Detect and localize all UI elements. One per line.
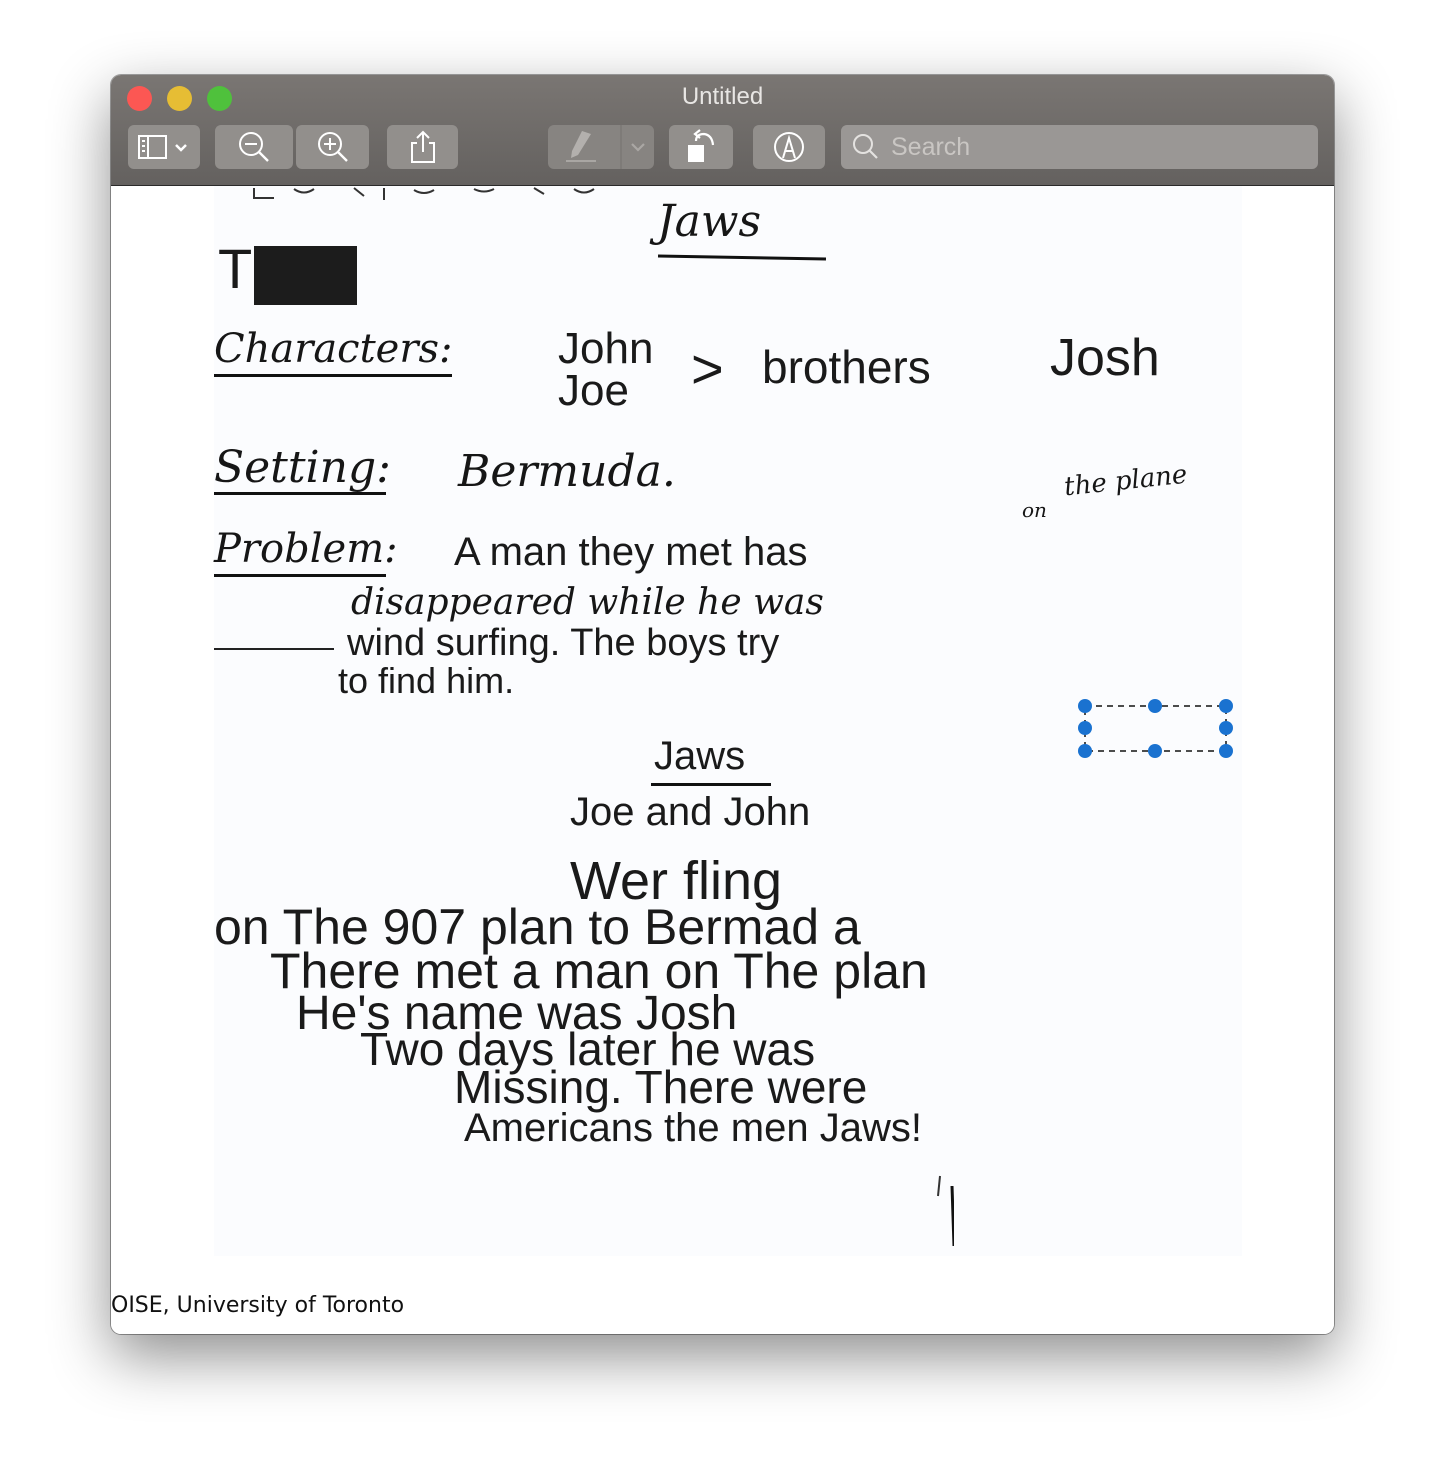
highlight-button[interactable] — [548, 125, 654, 169]
rotate-left-icon — [688, 129, 715, 162]
sidebar-view-button[interactable] — [128, 125, 200, 169]
title-underline — [657, 254, 827, 261]
zoom-out-icon — [239, 132, 269, 162]
selection-handle[interactable] — [1219, 744, 1233, 758]
selection-rectangle[interactable] — [1078, 699, 1233, 758]
source-caption: OISE, University of Toronto — [111, 1293, 405, 1318]
highlighter-icon — [566, 125, 622, 169]
zoom-in-button[interactable] — [296, 125, 369, 169]
setting-value: Bermuda. — [458, 446, 676, 497]
insertion-on: on — [1022, 498, 1047, 522]
zoom-in-icon — [317, 132, 348, 162]
title-jaws: Jaws — [657, 196, 762, 247]
problem-line-4: to find him. — [338, 660, 515, 701]
titlebar: Untitled — [111, 75, 1334, 186]
zoom-out-button[interactable] — [215, 125, 293, 169]
brace-symbol: > — [691, 337, 724, 400]
selection-handle[interactable] — [1219, 699, 1233, 713]
story-title: Jaws — [654, 734, 746, 778]
characters-label: Characters: — [214, 326, 453, 372]
markup-pen-icon — [774, 132, 804, 162]
insertion-the-plane: the plane — [1062, 459, 1189, 503]
character-josh: Josh — [1050, 329, 1160, 387]
story-title-underline — [651, 783, 771, 786]
search-icon — [853, 134, 878, 159]
problem-line-2: disappeared while he was — [351, 582, 824, 623]
selection-handle[interactable] — [1078, 699, 1092, 713]
problem-line-3: wind surfing. The boys try — [347, 622, 780, 664]
selection-handle[interactable] — [1219, 721, 1233, 735]
share-button[interactable] — [387, 125, 458, 169]
sidebar-icon — [138, 135, 187, 159]
setting-label: Setting: — [214, 442, 391, 493]
selection-handle[interactable] — [1078, 744, 1092, 758]
characters-underline — [214, 374, 452, 377]
setting-underline — [214, 492, 386, 495]
selection-handle[interactable] — [1078, 721, 1092, 735]
problem-line-1: A man they met has — [454, 530, 808, 574]
markup-button[interactable] — [753, 125, 825, 169]
handwritten-mark — [937, 1175, 954, 1247]
problem-label: Problem: — [214, 526, 398, 572]
search-input[interactable] — [889, 131, 1293, 163]
story-line-8: Americans the men Jaws! — [464, 1106, 922, 1150]
character-joe: Joe — [558, 366, 629, 415]
cropped-handwriting-top — [253, 187, 595, 200]
rotate-button[interactable] — [669, 125, 733, 169]
characters-relation: brothers — [762, 341, 931, 393]
redaction-box — [254, 246, 357, 305]
redacted-initial: T — [218, 237, 253, 300]
preview-window: Untitled Search Jaws T Characters: John … — [111, 75, 1334, 1334]
selection-handle[interactable] — [1148, 699, 1162, 713]
document-view[interactable]: Jaws T Characters: John Joe > brothers J… — [111, 186, 1334, 1334]
problem-underline — [214, 574, 386, 577]
story-line-1: Joe and John — [570, 790, 811, 834]
window-title: Untitled — [681, 83, 764, 110]
chevron-down-icon[interactable] — [626, 137, 650, 157]
selection-handle[interactable] — [1148, 744, 1162, 758]
ruled-line — [214, 648, 334, 650]
share-icon — [410, 130, 435, 163]
search-field[interactable] — [841, 125, 1318, 169]
